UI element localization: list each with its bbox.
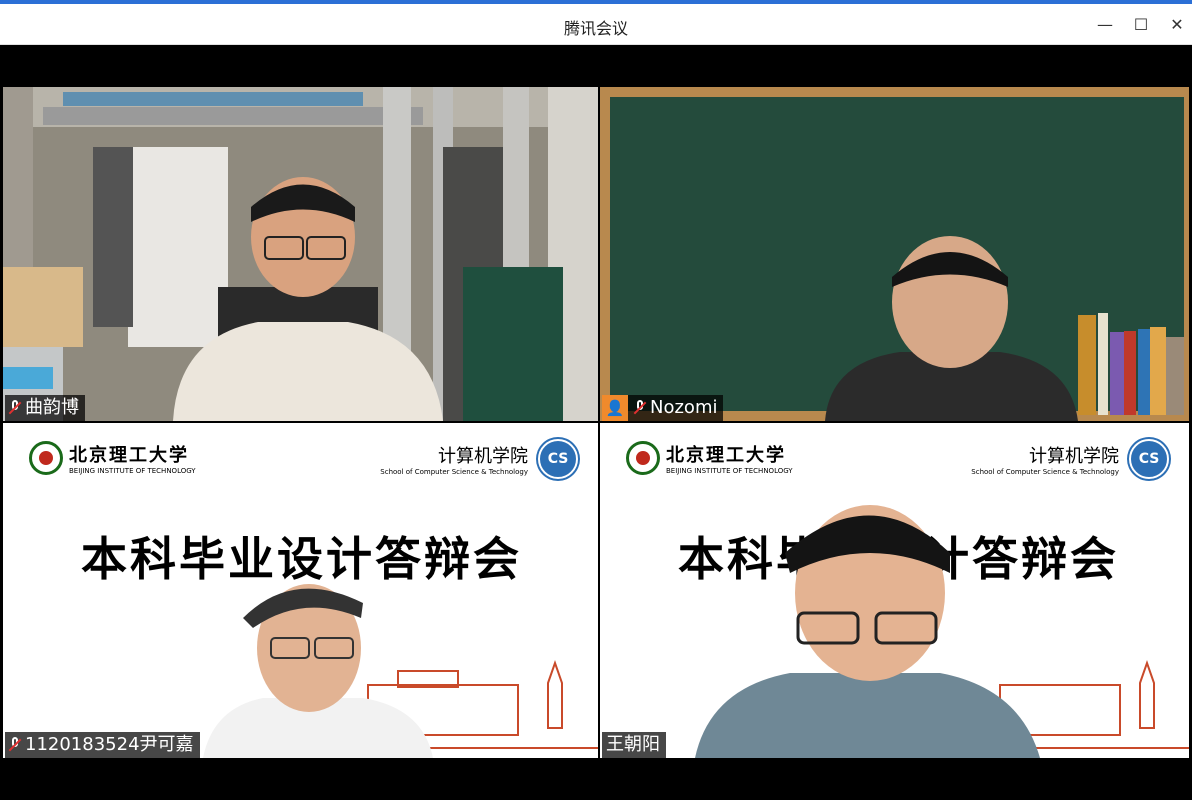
university-name-cn: 北京理工大学: [666, 445, 786, 466]
school-name-en: School of Computer Science & Technology: [971, 468, 1119, 476]
window-titlebar: 腾讯会议 — ☐ ✕: [0, 4, 1192, 45]
window-title: 腾讯会议: [563, 19, 628, 38]
participant-label: 曲韵博: [5, 395, 85, 421]
video-tile-4[interactable]: 北京理工大学 BEIJING INSTITUTE OF TECHNOLOGY 计…: [600, 423, 1189, 758]
mic-muted-icon: [9, 737, 21, 753]
university-emblem-icon: [626, 441, 660, 475]
user-avatar-icon: 👤: [602, 395, 628, 421]
school-name-en: School of Computer Science & Technology: [380, 468, 528, 476]
participant-name: 1120183524尹可嘉: [25, 734, 194, 755]
cs-logo-icon: CS: [1129, 439, 1169, 479]
participant-label: 王朝阳: [602, 732, 666, 758]
video-tile-2[interactable]: 👤 Nozomi: [600, 87, 1189, 421]
university-logo-block: 北京理工大学 BEIJING INSTITUTE OF TECHNOLOGY: [29, 441, 196, 475]
top-black-band: [0, 45, 1192, 87]
video-frame-dorm: [3, 87, 598, 421]
video-tile-3[interactable]: 北京理工大学 BEIJING INSTITUTE OF TECHNOLOGY 计…: [3, 423, 598, 758]
video-tile-1[interactable]: 曲韵博: [3, 87, 598, 421]
bottom-black-band: [0, 758, 1192, 800]
slide-title: 本科毕业设计答辩会: [81, 532, 522, 586]
close-icon: ✕: [1170, 14, 1184, 34]
maximize-button[interactable]: ☐: [1122, 4, 1160, 44]
close-button[interactable]: ✕: [1158, 4, 1192, 44]
minimize-icon: —: [1097, 14, 1113, 34]
university-name-en: BEIJING INSTITUTE OF TECHNOLOGY: [666, 467, 793, 475]
slide-title: 本科毕业设计答辩会: [678, 532, 1119, 586]
mic-muted-icon: [9, 400, 21, 416]
maximize-icon: ☐: [1133, 14, 1149, 34]
participant-label: 1120183524尹可嘉: [5, 732, 200, 758]
university-name-en: BEIJING INSTITUTE OF TECHNOLOGY: [69, 467, 196, 475]
school-logo-block: 计算机学院 School of Computer Science & Techn…: [971, 439, 1169, 479]
minimize-button[interactable]: —: [1086, 4, 1124, 44]
video-frame-chalkboard: [600, 87, 1189, 421]
school-name-cn: 计算机学院: [438, 446, 528, 467]
school-name-cn: 计算机学院: [1029, 446, 1119, 467]
participant-label: 👤 Nozomi: [602, 395, 724, 421]
university-emblem-icon: [29, 441, 63, 475]
cs-logo-icon: CS: [538, 439, 578, 479]
participant-name: 曲韵博: [25, 397, 79, 418]
university-logo-block: 北京理工大学 BEIJING INSTITUTE OF TECHNOLOGY: [626, 441, 793, 475]
mic-muted-icon: [634, 400, 646, 416]
school-logo-block: 计算机学院 School of Computer Science & Techn…: [380, 439, 578, 479]
participant-name: Nozomi: [650, 397, 718, 418]
university-name-cn: 北京理工大学: [69, 445, 189, 466]
participant-name: 王朝阳: [606, 734, 660, 755]
